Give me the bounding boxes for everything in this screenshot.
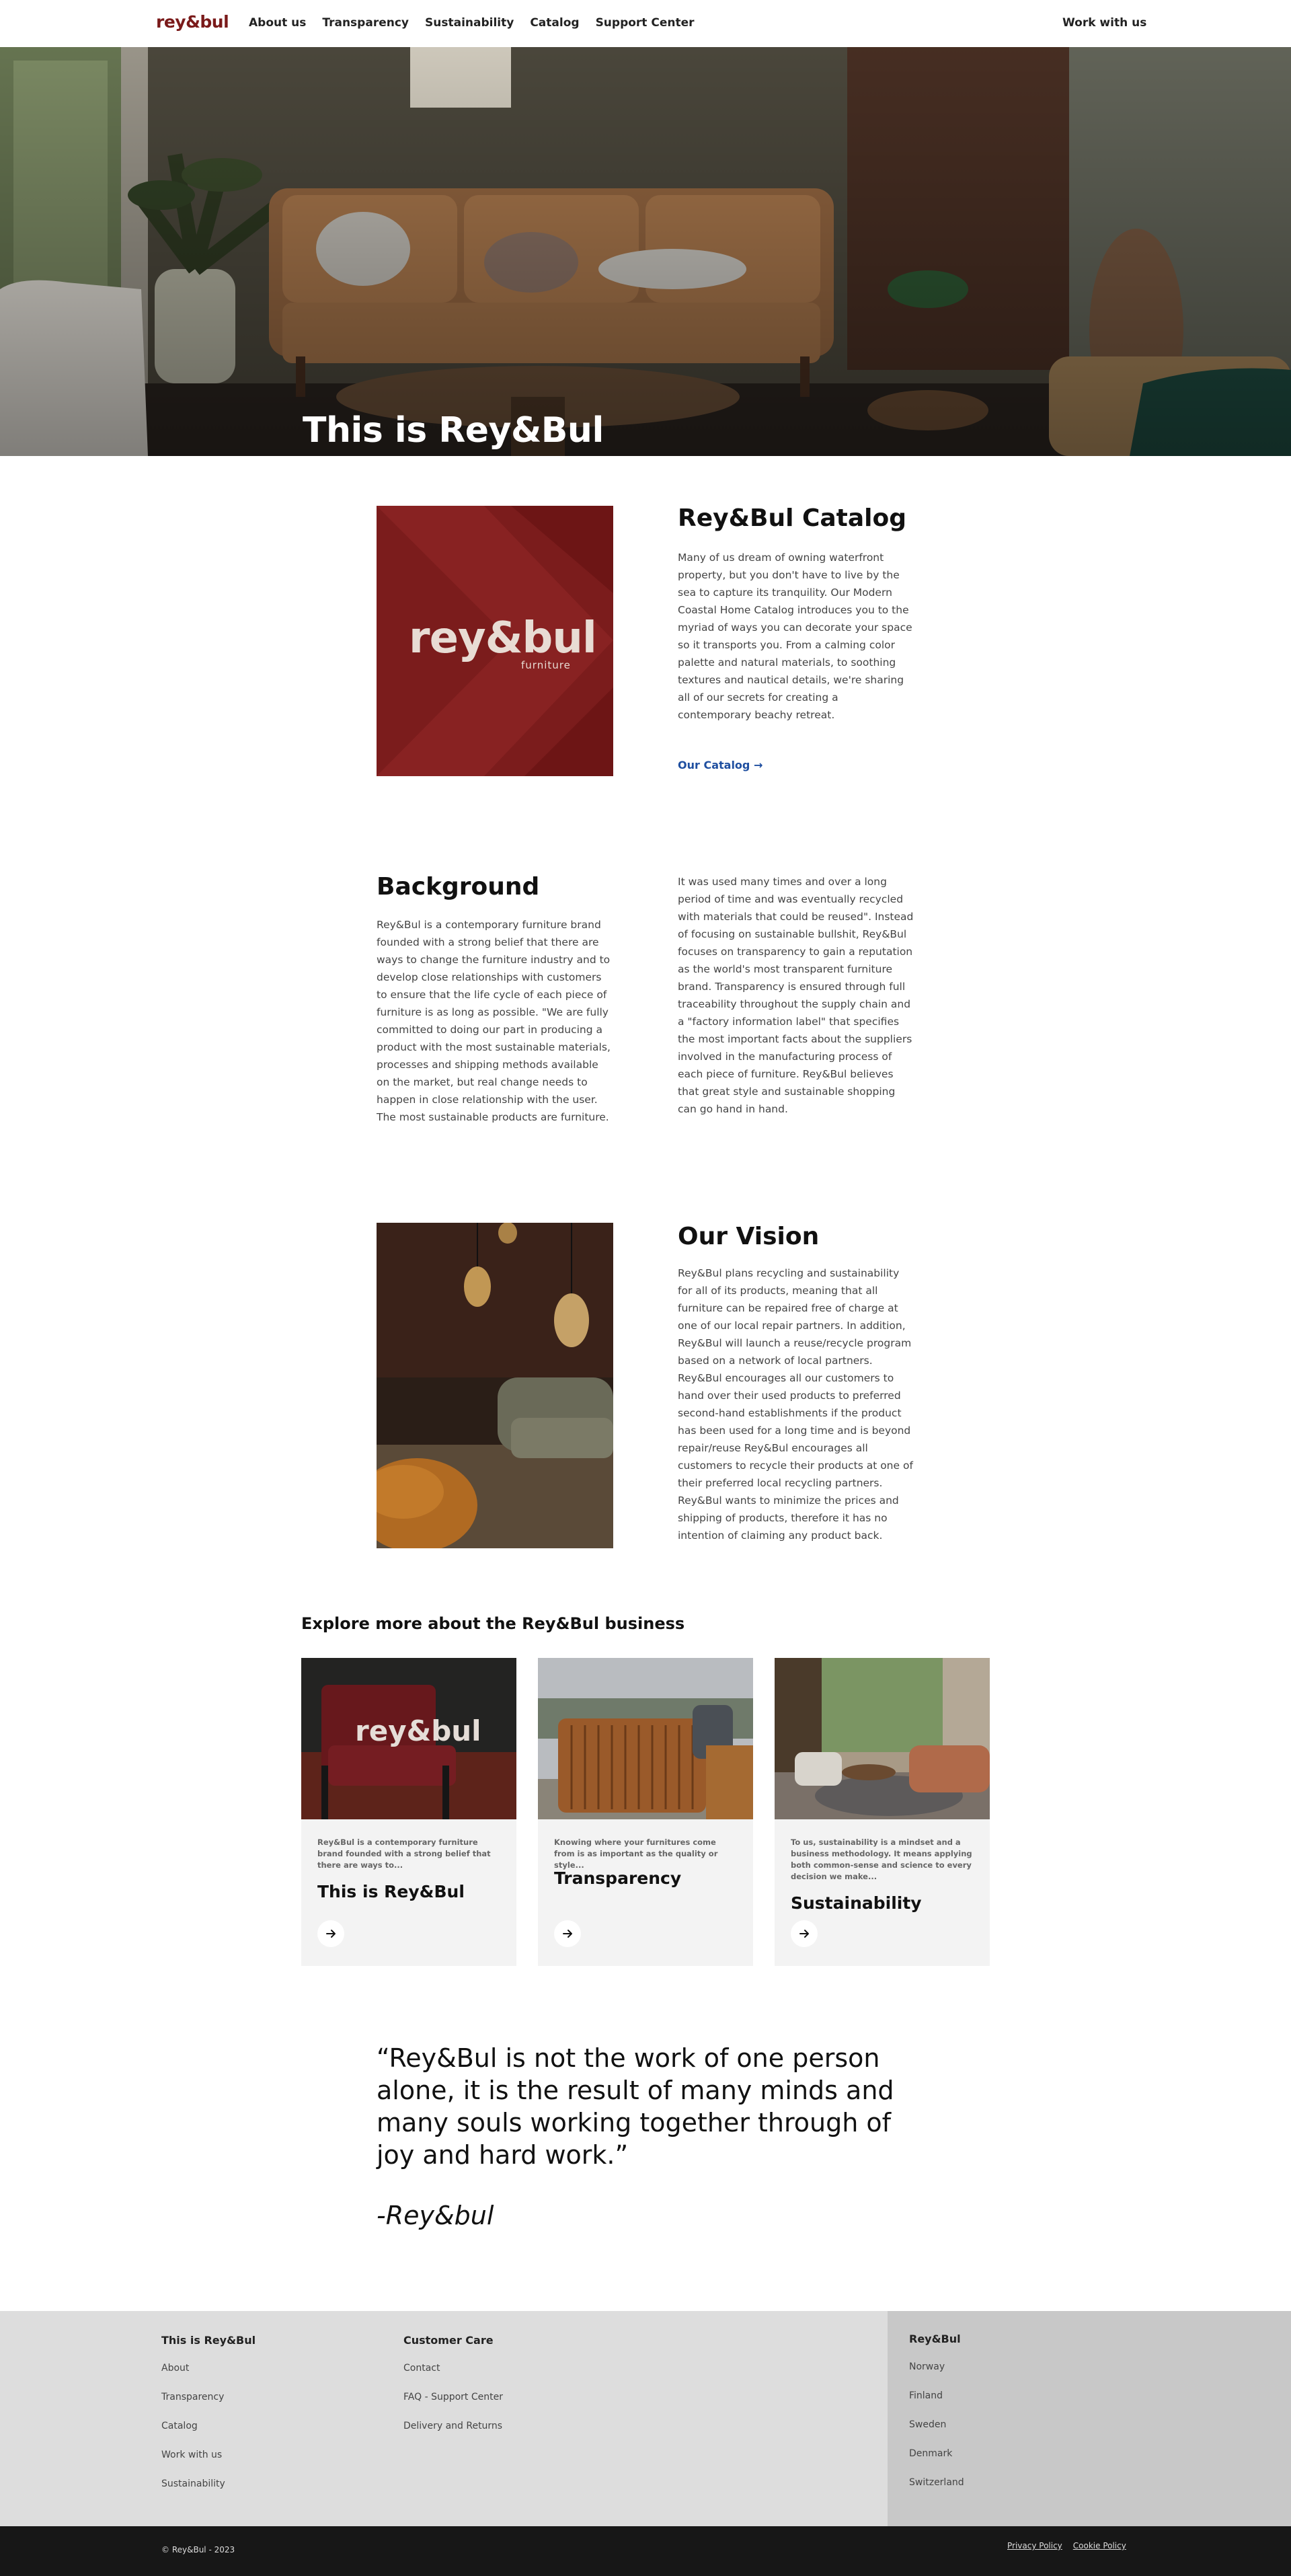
work-with-us-link[interactable]: Work with us — [1062, 16, 1146, 30]
footer-column-customer-care: Customer Care Contact FAQ - Support Cent… — [403, 2334, 503, 2450]
card-image-outdoor-sofa — [538, 1658, 753, 1819]
explore-card-sustainability[interactable]: To us, sustainability is a mindset and a… — [775, 1658, 990, 1966]
privacy-policy-link[interactable]: Privacy Policy — [1007, 2541, 1062, 2550]
footer-heading: This is Rey&Bul — [161, 2334, 256, 2347]
catalog-heading: Rey&Bul Catalog — [678, 504, 906, 532]
vision-lamp-chair-image — [377, 1223, 613, 1548]
explore-card-this-is[interactable]: rey&bul Rey&Bul is a contemporary furnit… — [301, 1658, 516, 1966]
card-title: Sustainability — [791, 1893, 922, 1913]
nav-link-about[interactable]: About us — [249, 16, 306, 30]
footer-link-transparency[interactable]: Transparency — [161, 2392, 256, 2421]
legal-links: Privacy Policy Cookie Policy — [1007, 2541, 1126, 2550]
vision-heading: Our Vision — [678, 1223, 820, 1250]
explore-heading: Explore more about the Rey&Bul business — [301, 1614, 685, 1633]
card-image-logo: rey&bul — [355, 1714, 481, 1747]
footer-link-contact[interactable]: Contact — [403, 2363, 503, 2392]
hero-living-room-image — [0, 47, 1291, 456]
site-footer: This is Rey&Bul About Transparency Catal… — [0, 2311, 1291, 2526]
footer-country-finland[interactable]: Finland — [909, 2390, 964, 2419]
background-paragraph-left: Rey&Bul is a contemporary furniture bran… — [377, 919, 611, 1123]
our-catalog-link[interactable]: Our Catalog → — [678, 759, 762, 771]
hero-banner: This is Rey&Bul — [0, 47, 1291, 456]
background-heading: Background — [377, 873, 540, 901]
background-paragraph-right: It was used many times and over a long p… — [678, 876, 914, 1115]
footer-country-sweden[interactable]: Sweden — [909, 2419, 964, 2448]
footer-link-work-with-us[interactable]: Work with us — [161, 2450, 256, 2478]
footer-link-delivery[interactable]: Delivery and Returns — [403, 2421, 503, 2450]
footer-country-norway[interactable]: Norway — [909, 2361, 964, 2390]
card-title: This is Rey&Bul — [317, 1882, 465, 1901]
card-description: Rey&Bul is a contemporary furniture bran… — [317, 1838, 491, 1870]
nav-link-support[interactable]: Support Center — [596, 16, 695, 30]
cookie-policy-link[interactable]: Cookie Policy — [1073, 2541, 1126, 2550]
footer-link-catalog[interactable]: Catalog — [161, 2421, 256, 2450]
card-title: Transparency — [554, 1868, 682, 1888]
catalog-cover-image: rey&bul furniture — [377, 506, 613, 776]
brand-logo[interactable]: rey&bul — [156, 12, 229, 32]
card-description: Knowing where your furnitures come from … — [554, 1838, 718, 1870]
card-arrow-button[interactable] — [791, 1920, 818, 1947]
card-image-chair: rey&bul — [301, 1658, 516, 1819]
quote-author: -Rey&bul — [377, 2201, 494, 2230]
card-image-living-room — [775, 1658, 990, 1819]
footer-column-countries: Rey&Bul Norway Finland Sweden Denmark Sw… — [909, 2333, 964, 2506]
footer-link-sustainability[interactable]: Sustainability — [161, 2478, 256, 2507]
catalog-image-logo: rey&bul — [409, 613, 597, 663]
nav-link-sustainability[interactable]: Sustainability — [425, 16, 514, 30]
footer-heading: Customer Care — [403, 2334, 494, 2347]
footer-link-about[interactable]: About — [161, 2363, 256, 2392]
card-description: To us, sustainability is a mindset and a… — [791, 1838, 972, 1881]
card-arrow-button[interactable] — [317, 1920, 344, 1947]
footer-heading: Rey&Bul — [909, 2333, 961, 2345]
top-nav: rey&bul About us Transparency Sustainabi… — [0, 0, 1291, 47]
footer-link-faq[interactable]: FAQ - Support Center — [403, 2392, 503, 2421]
catalog-image-subtitle: furniture — [521, 659, 571, 671]
nav-link-catalog[interactable]: Catalog — [530, 16, 579, 30]
copyright-text: © Rey&Bul - 2023 — [161, 2545, 235, 2554]
footer-column-about: This is Rey&Bul About Transparency Catal… — [161, 2334, 256, 2507]
nav-link-transparency[interactable]: Transparency — [322, 16, 409, 30]
footer-country-switzerland[interactable]: Switzerland — [909, 2477, 964, 2506]
footer-country-denmark[interactable]: Denmark — [909, 2448, 964, 2477]
catalog-paragraph: Many of us dream of owning waterfront pr… — [678, 552, 912, 721]
arrow-right-icon — [563, 1930, 572, 1938]
arrow-right-icon — [326, 1930, 336, 1938]
brand-quote: “Rey&Bul is not the work of one person a… — [377, 2043, 894, 2170]
main-menu: About us Transparency Sustainability Cat… — [249, 16, 695, 30]
explore-card-transparency[interactable]: Knowing where your furnitures come from … — [538, 1658, 753, 1966]
card-arrow-button[interactable] — [554, 1920, 581, 1947]
vision-paragraph: Rey&Bul plans recycling and sustainabili… — [678, 1267, 913, 1542]
arrow-right-icon — [799, 1930, 809, 1938]
footer-bottom-bar: © Rey&Bul - 2023 Privacy Policy Cookie P… — [0, 2526, 1291, 2576]
hero-title: This is Rey&Bul — [303, 410, 604, 451]
